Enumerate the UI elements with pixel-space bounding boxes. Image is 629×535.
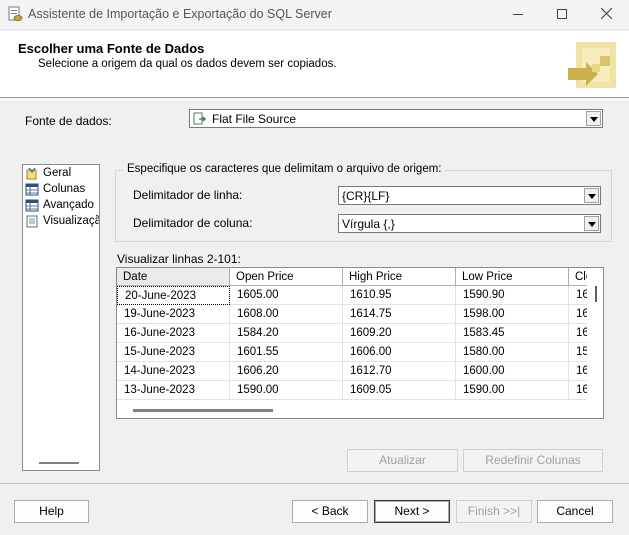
minimize-button[interactable] xyxy=(496,0,540,30)
delimiter-group-title: Especifique os caracteres que delimitam … xyxy=(124,163,445,175)
nav-item-label: Geral xyxy=(43,167,72,179)
column-header[interactable]: High Price xyxy=(343,268,456,286)
back-button[interactable]: < Back xyxy=(292,500,368,523)
data-source-label: Fonte de dados: xyxy=(25,114,112,128)
table-cell[interactable]: 1601.55 xyxy=(230,343,343,362)
page-navigation-list[interactable]: Geral Colunas Avançado Visualização xyxy=(22,164,100,471)
page-header: Escolher uma Fonte de Dados Selecione a … xyxy=(0,31,629,98)
navigation-scrollbar[interactable] xyxy=(39,462,79,464)
sql-server-wizard-icon xyxy=(8,6,23,21)
table-cell[interactable]: 1590.00 xyxy=(456,381,569,400)
chevron-down-icon[interactable] xyxy=(584,188,599,203)
reset-columns-button[interactable]: Redefinir Colunas xyxy=(463,449,603,472)
nav-item-avancado[interactable]: Avançado xyxy=(23,198,99,214)
close-button[interactable] xyxy=(584,0,628,30)
nav-item-label: Colunas xyxy=(43,183,86,195)
table-cell[interactable]: 1608.00 xyxy=(230,305,343,324)
window-title: Assistente de Importação e Exportação do… xyxy=(28,7,332,21)
table-cell[interactable]: 16 xyxy=(569,286,587,305)
column-delimiter-dropdown[interactable]: Vírgula {,} xyxy=(338,214,601,233)
preview-grid[interactable]: DateOpen PriceHigh PriceLow PriceClo 20-J… xyxy=(116,267,604,419)
column-header[interactable]: Open Price xyxy=(230,268,343,286)
table-cell[interactable]: 16 xyxy=(569,324,587,343)
table-cell[interactable]: 16 xyxy=(569,381,587,400)
column-delimiter-value: Vírgula {,} xyxy=(342,217,395,231)
table-cell[interactable]: 1609.05 xyxy=(343,381,456,400)
column-delimiter-label: Delimitador de coluna: xyxy=(133,216,253,230)
table-cell[interactable]: 1606.00 xyxy=(343,343,456,362)
row-delimiter-label: Delimitador de linha: xyxy=(133,188,243,202)
table-icon xyxy=(25,199,39,212)
nav-item-geral[interactable]: Geral xyxy=(23,166,99,182)
column-header[interactable]: Clo xyxy=(569,268,587,286)
table-cell[interactable]: 1610.95 xyxy=(343,286,456,305)
table-cell[interactable]: 1584.20 xyxy=(230,324,343,343)
table-cell[interactable]: 1600.00 xyxy=(456,362,569,381)
table-cell[interactable]: 15 xyxy=(569,343,587,362)
table-cell[interactable]: 16 xyxy=(569,305,587,324)
chevron-down-icon[interactable] xyxy=(586,111,601,126)
minimize-icon xyxy=(513,14,523,15)
row-delimiter-dropdown[interactable]: {CR}{LF} xyxy=(338,186,601,205)
table-cell[interactable]: 19-June-2023 xyxy=(117,305,230,324)
table-cell[interactable]: 16 xyxy=(569,362,587,381)
data-source-dropdown[interactable]: Flat File Source xyxy=(189,109,603,128)
cancel-button[interactable]: Cancel xyxy=(537,500,613,523)
preview-icon xyxy=(26,215,38,228)
table-cell[interactable]: 1606.20 xyxy=(230,362,343,381)
table-cell[interactable]: 1583.45 xyxy=(456,324,569,343)
page-title: Escolher uma Fonte de Dados xyxy=(18,41,205,56)
preview-rows-label: Visualizar linhas 2-101: xyxy=(117,252,241,266)
table-cell[interactable]: 15-June-2023 xyxy=(117,343,230,362)
page-subtitle: Selecione a origem da qual os dados deve… xyxy=(38,58,337,70)
nav-item-visualizacao[interactable]: Visualização xyxy=(23,214,99,230)
wizard-icon xyxy=(26,167,37,180)
data-source-value: Flat File Source xyxy=(212,112,297,126)
table-cell[interactable]: 1609.20 xyxy=(343,324,456,343)
close-icon xyxy=(600,7,612,20)
chevron-down-icon[interactable] xyxy=(584,216,599,231)
table-cell[interactable]: 14-June-2023 xyxy=(117,362,230,381)
table-cell[interactable]: 1612.70 xyxy=(343,362,456,381)
table-cell[interactable]: 16-June-2023 xyxy=(117,324,230,343)
title-bar: Assistente de Importação e Exportação do… xyxy=(0,0,629,30)
preview-grid-body: DateOpen PriceHigh PriceLow PriceClo 20-J… xyxy=(117,268,587,400)
nav-item-label: Avançado xyxy=(43,199,94,211)
table-cell[interactable]: 1590.90 xyxy=(456,286,569,305)
help-button[interactable]: Help xyxy=(14,500,89,523)
footer-divider xyxy=(0,483,629,484)
table-cell[interactable]: 20-June-2023 xyxy=(117,286,230,305)
table-cell[interactable]: 1580.00 xyxy=(456,343,569,362)
table-cell[interactable]: 1598.00 xyxy=(456,305,569,324)
flat-file-source-icon xyxy=(193,112,206,125)
table-icon xyxy=(25,183,39,196)
column-header[interactable]: Low Price xyxy=(456,268,569,286)
nav-item-label: Visualização xyxy=(43,215,99,227)
table-cell[interactable]: 1590.00 xyxy=(230,381,343,400)
column-header[interactable]: Date xyxy=(117,268,230,286)
preview-vertical-scrollbar[interactable] xyxy=(595,286,597,302)
table-cell[interactable]: 13-June-2023 xyxy=(117,381,230,400)
preview-horizontal-scrollbar[interactable] xyxy=(133,409,273,412)
next-button[interactable]: Next > xyxy=(374,500,450,523)
data-source-illustration-icon xyxy=(568,42,616,88)
maximize-icon xyxy=(557,9,567,19)
header-divider xyxy=(0,99,629,100)
maximize-button[interactable] xyxy=(540,0,584,30)
refresh-button[interactable]: Atualizar xyxy=(347,449,458,472)
row-delimiter-value: {CR}{LF} xyxy=(342,189,390,203)
nav-item-colunas[interactable]: Colunas xyxy=(23,182,99,198)
table-cell[interactable]: 1614.75 xyxy=(343,305,456,324)
table-cell[interactable]: 1605.00 xyxy=(230,286,343,305)
finish-button[interactable]: Finish >>| xyxy=(456,500,532,523)
